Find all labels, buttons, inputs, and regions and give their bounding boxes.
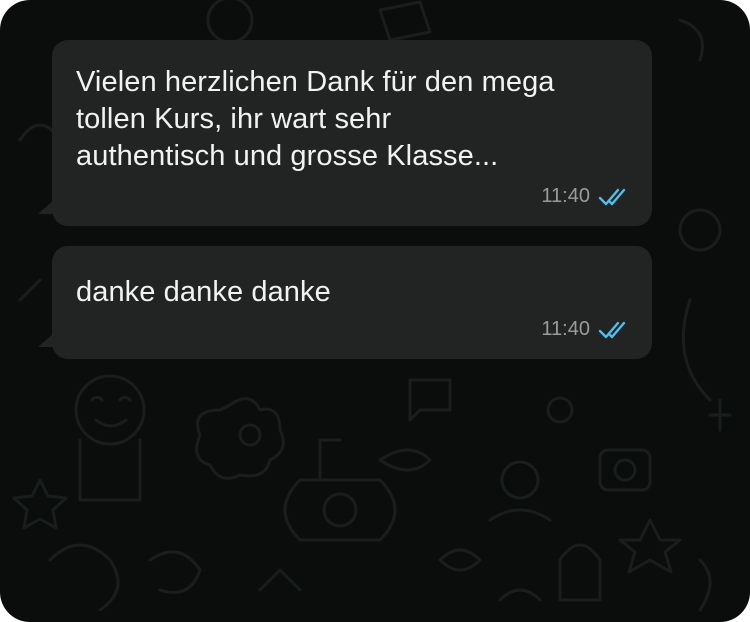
double-check-icon — [598, 188, 626, 205]
message-meta: 11:40 — [541, 318, 630, 341]
bubble-tail — [38, 200, 54, 214]
message-meta: 11:40 — [541, 185, 630, 208]
message-text: danke danke danke — [76, 276, 331, 308]
message-bubble[interactable]: Vielen herzlichen Dank für den mega toll… — [38, 40, 652, 226]
bubble-tail — [38, 333, 54, 347]
message-text: Vielen herzlichen Dank für den mega toll… — [76, 66, 555, 172]
message-bubble[interactable]: danke danke danke 11:40 — [38, 246, 652, 359]
double-check-icon — [598, 321, 626, 338]
message-time: 11:40 — [541, 185, 590, 207]
chat-area: Vielen herzlichen Dank für den mega toll… — [0, 0, 750, 622]
message-time: 11:40 — [541, 318, 590, 340]
